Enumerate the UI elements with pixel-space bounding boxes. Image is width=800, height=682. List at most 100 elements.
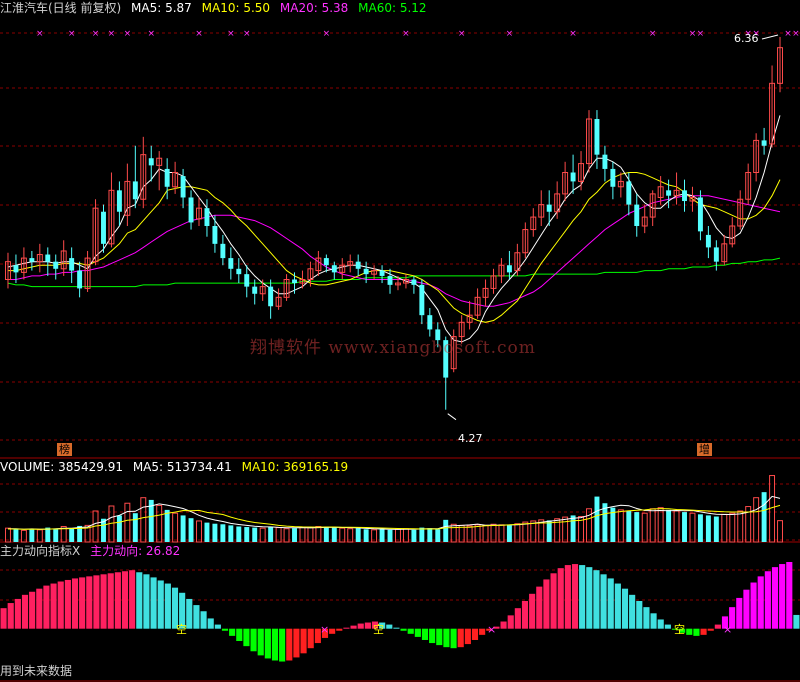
indicator-bar (43, 585, 50, 629)
indicator-bar (707, 628, 714, 631)
top-signal-cross: × (506, 29, 514, 39)
indicator-bar (593, 570, 600, 629)
right-tag: 增 (697, 443, 712, 456)
indicator-bar (250, 628, 257, 652)
volume-bar (594, 496, 600, 542)
indicator-bar (550, 573, 557, 629)
indicator-bar (236, 628, 243, 642)
candle-down (212, 226, 218, 244)
volume-bar (753, 497, 760, 543)
price-header: 江淮汽车(日线 前复权) MA5: 5.87 MA10: 5.50 MA20: … (0, 1, 433, 15)
ma10-line (8, 172, 781, 323)
indicator-bar (71, 578, 79, 629)
indicator-bar (614, 583, 621, 629)
indicator-bar (279, 628, 286, 662)
indicator-bar (200, 611, 207, 629)
candle-down (506, 265, 512, 273)
indicator-bar (514, 608, 521, 629)
volume-bar (562, 516, 569, 543)
indicator-bar (286, 628, 293, 661)
top-signal-cross: × (68, 29, 76, 39)
candle-down (713, 247, 719, 262)
volume-bar (713, 516, 719, 542)
volume-bar (721, 513, 728, 543)
volume-bar (617, 509, 624, 543)
indicator-bar (114, 572, 121, 629)
candle-down (610, 168, 616, 187)
candle-down (411, 279, 417, 285)
low-price-label: 4.27 (458, 432, 483, 445)
indicator-bar (786, 562, 793, 629)
volume-bar (427, 528, 433, 542)
signal-cross-3: × (723, 623, 733, 636)
indicator-bar (221, 628, 229, 631)
indicator-bar (529, 593, 536, 629)
volume-bar (124, 502, 131, 543)
indicator-bar (214, 624, 221, 629)
indicator-bar (471, 628, 479, 640)
indicator-bar (350, 625, 357, 629)
volume-panel[interactable] (5, 475, 783, 543)
indicator-bar (14, 598, 21, 629)
volume-bar (236, 526, 242, 542)
volume-bar (292, 528, 297, 542)
candle-down (132, 181, 138, 200)
indicator-bar (457, 628, 464, 648)
indicator-bar (0, 608, 7, 629)
top-signal-cross: × (458, 29, 466, 39)
indicator-bar (629, 594, 636, 629)
volume-bar (53, 529, 59, 542)
top-signal-cross: × (227, 29, 235, 39)
indicator-bar (307, 628, 314, 649)
volume-bar (13, 529, 19, 542)
volume-bar (132, 513, 138, 542)
volume-bar (737, 510, 744, 543)
volume-bar (172, 512, 179, 543)
indicator-bar (743, 589, 750, 629)
indicator-bar (600, 574, 607, 629)
ma20-legend: MA20: 5.38 (279, 1, 349, 15)
indicator-bar (50, 583, 57, 629)
candle-down (53, 261, 59, 269)
indicator-bar (500, 621, 507, 629)
indicator-bar (150, 577, 157, 629)
volume-bar (761, 492, 767, 542)
volume-bar (689, 512, 696, 543)
ma60-legend: MA60: 5.12 (358, 1, 427, 15)
indicator-value: 主力动向: 26.82 (90, 544, 181, 558)
indicator-bar (300, 628, 307, 654)
candle-down (188, 197, 194, 223)
indicator-bar (521, 600, 529, 629)
volume-bar (116, 515, 122, 542)
left-tag: 榜 (57, 443, 72, 456)
volume-legend: VOLUME: 385429.91 (0, 460, 123, 474)
candle-down (268, 286, 274, 307)
volume-bar (363, 529, 369, 542)
volume-bar (443, 519, 449, 542)
indicator-bar (657, 619, 664, 629)
volume-bar (626, 510, 632, 542)
footer-note: 用到未来数据 (0, 664, 73, 678)
top-signal-cross: × (402, 29, 410, 39)
candle-down (363, 268, 369, 275)
indicator-bar (157, 580, 164, 629)
indicator-bar (757, 576, 764, 629)
indicator-bar (621, 588, 629, 629)
volume-bar (268, 526, 274, 542)
volume-bar (156, 504, 163, 543)
candle-down (355, 261, 361, 269)
candle-down (379, 270, 385, 276)
high-price-label: 6.36 (734, 32, 759, 45)
indicator-bar (586, 567, 593, 629)
volume-bar (649, 508, 656, 543)
volume-ma10-line (8, 504, 781, 530)
indicator-bar (7, 603, 14, 629)
candle-down (697, 197, 703, 232)
volume-bar (777, 520, 783, 543)
indicator-bar (136, 572, 143, 629)
signal-kong-1: 空 (176, 623, 187, 636)
candle-down (101, 211, 106, 244)
indicator-panel[interactable] (0, 562, 800, 662)
volume-bar (419, 527, 425, 542)
volume-bar (450, 523, 457, 543)
